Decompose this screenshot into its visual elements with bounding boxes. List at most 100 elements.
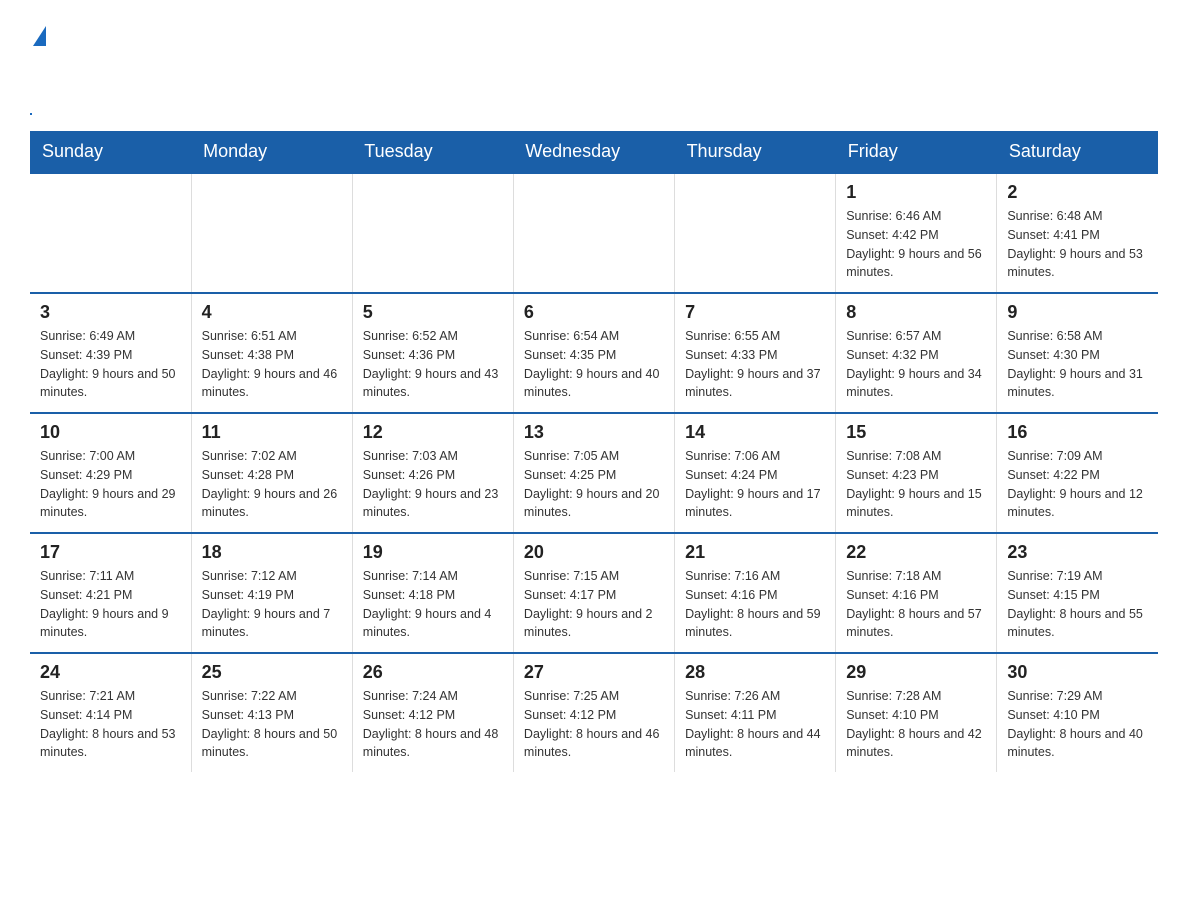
calendar-cell: 1Sunrise: 6:46 AMSunset: 4:42 PMDaylight… [836, 173, 997, 293]
day-number: 6 [524, 302, 664, 323]
day-number: 10 [40, 422, 181, 443]
day-number: 5 [363, 302, 503, 323]
header: General [30, 20, 1158, 115]
day-number: 3 [40, 302, 181, 323]
day-info: Sunrise: 6:54 AMSunset: 4:35 PMDaylight:… [524, 327, 664, 402]
week-row-4: 17Sunrise: 7:11 AMSunset: 4:21 PMDayligh… [30, 533, 1158, 653]
day-number: 1 [846, 182, 986, 203]
week-row-3: 10 Sunrise: 7:00 AMSunset: 4:29 PMDayligh… [30, 413, 1158, 533]
weekday-header-monday: Monday [191, 131, 352, 173]
day-number: 16 [1007, 422, 1148, 443]
day-number: 18 [202, 542, 342, 563]
day-info: Sunrise: 6:55 AMSunset: 4:33 PMDaylight:… [685, 327, 825, 402]
calendar-cell: 21 Sunrise: 7:16 AMSunset: 4:16 PMDayligh… [675, 533, 836, 653]
calendar-cell: 5 Sunrise: 6:52 AMSunset: 4:36 PMDaylight… [352, 293, 513, 413]
calendar-cell: 10 Sunrise: 7:00 AMSunset: 4:29 PMDayligh… [30, 413, 191, 533]
day-info: Sunrise: 7:05 AMSunset: 4:25 PMDaylight:… [524, 447, 664, 522]
calendar-cell: 8 Sunrise: 6:57 AMSunset: 4:32 PMDaylight… [836, 293, 997, 413]
calendar-cell: 18Sunrise: 7:12 AMSunset: 4:19 PMDayligh… [191, 533, 352, 653]
calendar-cell: 16 Sunrise: 7:09 AMSunset: 4:22 PMDayligh… [997, 413, 1158, 533]
logo: General [30, 20, 142, 115]
calendar-cell [30, 173, 191, 293]
calendar-cell: 27 Sunrise: 7:25 AMSunset: 4:12 PMDayligh… [513, 653, 674, 772]
day-number: 17 [40, 542, 181, 563]
day-number: 9 [1007, 302, 1148, 323]
day-info: Sunrise: 7:19 AMSunset: 4:15 PMDaylight:… [1007, 567, 1148, 642]
weekday-header-sunday: Sunday [30, 131, 191, 173]
day-info: Sunrise: 6:49 AMSunset: 4:39 PMDaylight:… [40, 327, 181, 402]
weekday-header-wednesday: Wednesday [513, 131, 674, 173]
day-info: Sunrise: 7:15 AMSunset: 4:17 PMDaylight:… [524, 567, 664, 642]
calendar-body: 1Sunrise: 6:46 AMSunset: 4:42 PMDaylight… [30, 173, 1158, 772]
day-info: Sunrise: 7:08 AMSunset: 4:23 PMDaylight:… [846, 447, 986, 522]
day-info: Sunrise: 7:02 AMSunset: 4:28 PMDaylight:… [202, 447, 342, 522]
weekday-header-saturday: Saturday [997, 131, 1158, 173]
day-info: Sunrise: 7:06 AMSunset: 4:24 PMDaylight:… [685, 447, 825, 522]
day-number: 30 [1007, 662, 1148, 683]
calendar-cell: 29Sunrise: 7:28 AMSunset: 4:10 PMDayligh… [836, 653, 997, 772]
calendar-cell [191, 173, 352, 293]
day-number: 19 [363, 542, 503, 563]
calendar-cell: 7 Sunrise: 6:55 AMSunset: 4:33 PMDaylight… [675, 293, 836, 413]
day-info: Sunrise: 6:51 AMSunset: 4:38 PMDaylight:… [202, 327, 342, 402]
week-row-5: 24 Sunrise: 7:21 AMSunset: 4:14 PMDayligh… [30, 653, 1158, 772]
calendar-cell: 3 Sunrise: 6:49 AMSunset: 4:39 PMDaylight… [30, 293, 191, 413]
day-number: 14 [685, 422, 825, 443]
day-number: 27 [524, 662, 664, 683]
calendar-cell: 25 Sunrise: 7:22 AMSunset: 4:13 PMDayligh… [191, 653, 352, 772]
day-number: 7 [685, 302, 825, 323]
calendar-cell: 12 Sunrise: 7:03 AMSunset: 4:26 PMDayligh… [352, 413, 513, 533]
day-number: 24 [40, 662, 181, 683]
day-number: 25 [202, 662, 342, 683]
calendar-cell [675, 173, 836, 293]
day-info: Sunrise: 6:52 AMSunset: 4:36 PMDaylight:… [363, 327, 503, 402]
calendar-cell: 9 Sunrise: 6:58 AMSunset: 4:30 PMDaylight… [997, 293, 1158, 413]
day-info: Sunrise: 7:16 AMSunset: 4:16 PMDaylight:… [685, 567, 825, 642]
logo-triangle-icon [33, 26, 46, 46]
calendar-cell: 6 Sunrise: 6:54 AMSunset: 4:35 PMDaylight… [513, 293, 674, 413]
day-info: Sunrise: 7:00 AMSunset: 4:29 PMDaylight:… [40, 447, 181, 522]
day-number: 22 [846, 542, 986, 563]
calendar-cell: 15 Sunrise: 7:08 AMSunset: 4:23 PMDayligh… [836, 413, 997, 533]
week-row-1: 1Sunrise: 6:46 AMSunset: 4:42 PMDaylight… [30, 173, 1158, 293]
calendar-table: SundayMondayTuesdayWednesdayThursdayFrid… [30, 131, 1158, 772]
day-number: 20 [524, 542, 664, 563]
day-info: Sunrise: 7:18 AMSunset: 4:16 PMDaylight:… [846, 567, 986, 642]
day-number: 15 [846, 422, 986, 443]
day-number: 4 [202, 302, 342, 323]
calendar-cell: 26Sunrise: 7:24 AMSunset: 4:12 PMDayligh… [352, 653, 513, 772]
weekday-header-tuesday: Tuesday [352, 131, 513, 173]
calendar-cell: 14 Sunrise: 7:06 AMSunset: 4:24 PMDayligh… [675, 413, 836, 533]
day-info: Sunrise: 7:21 AMSunset: 4:14 PMDaylight:… [40, 687, 181, 762]
day-number: 13 [524, 422, 664, 443]
calendar-cell: 20 Sunrise: 7:15 AMSunset: 4:17 PMDayligh… [513, 533, 674, 653]
calendar-cell: 30 Sunrise: 7:29 AMSunset: 4:10 PMDayligh… [997, 653, 1158, 772]
day-number: 21 [685, 542, 825, 563]
day-number: 12 [363, 422, 503, 443]
calendar-cell: 2 Sunrise: 6:48 AMSunset: 4:41 PMDaylight… [997, 173, 1158, 293]
day-info: Sunrise: 7:29 AMSunset: 4:10 PMDaylight:… [1007, 687, 1148, 762]
weekday-header-friday: Friday [836, 131, 997, 173]
day-number: 23 [1007, 542, 1148, 563]
calendar-cell [352, 173, 513, 293]
calendar-cell [513, 173, 674, 293]
day-info: Sunrise: 7:03 AMSunset: 4:26 PMDaylight:… [363, 447, 503, 522]
calendar-cell: 19Sunrise: 7:14 AMSunset: 4:18 PMDayligh… [352, 533, 513, 653]
day-number: 28 [685, 662, 825, 683]
calendar-cell: 22 Sunrise: 7:18 AMSunset: 4:16 PMDayligh… [836, 533, 997, 653]
calendar-cell: 17Sunrise: 7:11 AMSunset: 4:21 PMDayligh… [30, 533, 191, 653]
calendar-cell: 24 Sunrise: 7:21 AMSunset: 4:14 PMDayligh… [30, 653, 191, 772]
day-number: 8 [846, 302, 986, 323]
weekday-header-row: SundayMondayTuesdayWednesdayThursdayFrid… [30, 131, 1158, 173]
weekday-header-thursday: Thursday [675, 131, 836, 173]
day-info: Sunrise: 7:28 AMSunset: 4:10 PMDaylight:… [846, 687, 986, 762]
day-info: Sunrise: 6:48 AMSunset: 4:41 PMDaylight:… [1007, 207, 1148, 282]
calendar-cell: 4 Sunrise: 6:51 AMSunset: 4:38 PMDaylight… [191, 293, 352, 413]
day-info: Sunrise: 6:58 AMSunset: 4:30 PMDaylight:… [1007, 327, 1148, 402]
day-info: Sunrise: 6:57 AMSunset: 4:32 PMDaylight:… [846, 327, 986, 402]
day-number: 2 [1007, 182, 1148, 203]
day-info: Sunrise: 7:09 AMSunset: 4:22 PMDaylight:… [1007, 447, 1148, 522]
day-info: Sunrise: 7:22 AMSunset: 4:13 PMDaylight:… [202, 687, 342, 762]
calendar-cell: 11Sunrise: 7:02 AMSunset: 4:28 PMDayligh… [191, 413, 352, 533]
day-info: Sunrise: 7:25 AMSunset: 4:12 PMDaylight:… [524, 687, 664, 762]
